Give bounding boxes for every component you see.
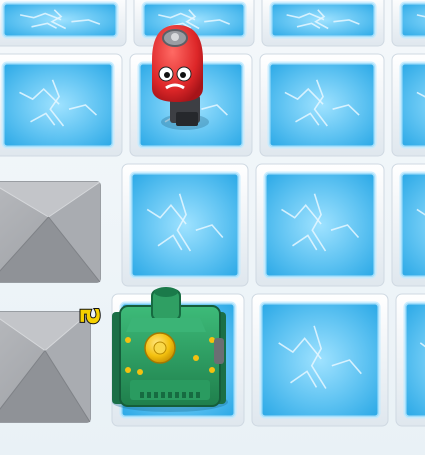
ice-tile-r1c0[interactable] xyxy=(0,53,123,157)
ice-tile-r3c3[interactable] xyxy=(395,293,425,427)
game-board: 5 5 xyxy=(0,0,425,455)
tank-number-label: 5 xyxy=(76,306,108,326)
ice-tile-r2c1[interactable] xyxy=(121,163,249,287)
ice-tile-r1c2[interactable] xyxy=(259,53,385,157)
green-tank-icon[interactable] xyxy=(112,287,228,412)
ice-tile-r2c3[interactable] xyxy=(391,163,425,287)
ice-tile-r3c2[interactable] xyxy=(251,293,389,427)
board-grid: 5 xyxy=(0,0,425,427)
ice-tile-r0c3[interactable] xyxy=(391,0,425,47)
tank-number-glyph: 5 xyxy=(77,307,107,325)
ice-tile-r2c2[interactable] xyxy=(255,163,385,287)
ice-tile-r0c2[interactable] xyxy=(261,0,385,47)
stone-block-r2c0[interactable] xyxy=(0,181,101,283)
stone-block-r3c0[interactable] xyxy=(0,311,91,423)
ice-tile-r1c3[interactable] xyxy=(391,53,425,157)
ice-tile-r0c0[interactable] xyxy=(0,0,127,47)
